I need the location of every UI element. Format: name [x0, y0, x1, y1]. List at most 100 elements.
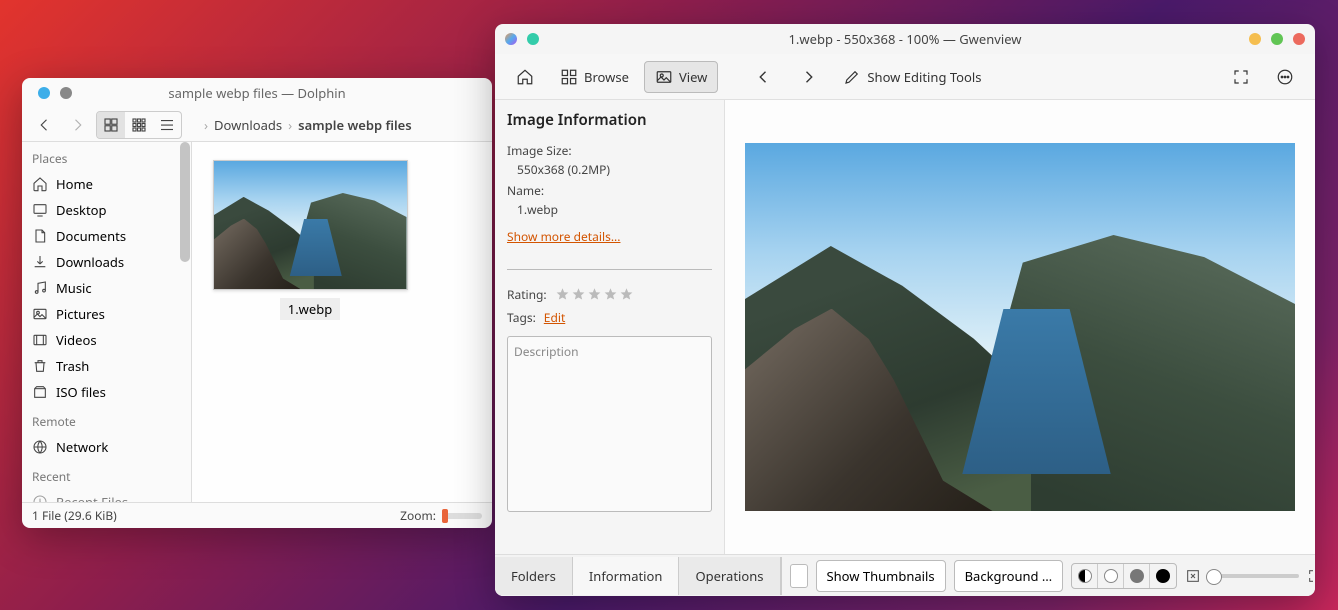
back-button[interactable]	[32, 112, 58, 138]
maximize-button[interactable]	[1271, 33, 1283, 45]
dolphin-statusbar: 1 File (29.6 KiB) Zoom:	[22, 502, 492, 528]
breadcrumb-sep-icon: ›	[288, 116, 292, 134]
zoom-fit-icon[interactable]	[1307, 568, 1315, 584]
swatch-white[interactable]	[1098, 564, 1124, 588]
tab-information[interactable]: Information	[573, 557, 680, 595]
browse-button[interactable]: Browse	[549, 61, 640, 93]
places-label: Documents	[56, 227, 126, 245]
compact-view-button[interactable]	[125, 112, 153, 138]
places-recent-files[interactable]: Recent Files	[22, 489, 191, 502]
image-viewport[interactable]	[725, 100, 1315, 554]
gwen-title: 1.webp - 550x368 - 100% — Gwenview	[495, 30, 1315, 48]
displayed-image	[745, 143, 1295, 511]
next-image-button[interactable]	[788, 61, 828, 93]
places-label: Downloads	[56, 253, 124, 271]
size-label: Image Size:	[507, 142, 712, 159]
view-mode-group	[96, 111, 182, 139]
places-label: Videos	[56, 331, 97, 349]
breadcrumb-downloads[interactable]: Downloads	[214, 116, 282, 134]
dolphin-toolbar: › Downloads › sample webp files	[22, 108, 492, 142]
description-input[interactable]: Description	[507, 336, 712, 512]
breadcrumb: › Downloads › sample webp files	[204, 116, 412, 134]
breadcrumb-sep-icon: ›	[204, 116, 208, 134]
file-item[interactable]: 1.webp	[210, 160, 410, 320]
places-downloads[interactable]: Downloads	[22, 249, 191, 275]
swatch-halfblack[interactable]	[1072, 564, 1098, 588]
more-details-link[interactable]: Show more details...	[507, 228, 712, 245]
fullscreen-button[interactable]	[1221, 61, 1261, 93]
zoom-slider[interactable]	[1209, 574, 1299, 578]
close-button[interactable]	[1293, 33, 1305, 45]
places-pictures[interactable]: Pictures	[22, 301, 191, 327]
status-text: 1 File (29.6 KiB)	[32, 507, 117, 524]
forward-button[interactable]	[64, 112, 90, 138]
places-trash[interactable]: Trash	[22, 353, 191, 379]
places-videos[interactable]: Videos	[22, 327, 191, 353]
tab-operations[interactable]: Operations	[679, 557, 780, 595]
dolphin-dot-2[interactable]	[60, 87, 72, 99]
file-thumbnail	[213, 160, 408, 290]
places-label: Trash	[56, 357, 89, 375]
places-network[interactable]: Network	[22, 434, 191, 460]
size-value: 550x368 (0.2MP)	[507, 161, 712, 178]
gwen-toolbar: Browse View Show Editing Tools	[495, 54, 1315, 100]
gwen-app-icon	[505, 33, 517, 45]
home-button[interactable]	[505, 61, 545, 93]
zoom-actual-icon[interactable]	[1185, 568, 1201, 584]
dolphin-titlebar: sample webp files — Dolphin	[22, 78, 492, 108]
places-music[interactable]: Music	[22, 275, 191, 301]
places-header: Places	[22, 142, 191, 171]
places-desktop[interactable]: Desktop	[22, 197, 191, 223]
menu-button[interactable]	[1265, 61, 1305, 93]
browse-label: Browse	[584, 68, 629, 86]
view-label: View	[679, 68, 707, 86]
description-placeholder: Description	[514, 343, 579, 360]
places-iso[interactable]: ISO files	[22, 379, 191, 405]
places-label: Music	[56, 279, 92, 297]
name-label: Name:	[507, 182, 712, 199]
background-color-button[interactable]: Background …	[954, 560, 1064, 592]
info-pane: Image Information Image Size: 550x368 (0…	[495, 100, 725, 554]
info-heading: Image Information	[507, 110, 712, 130]
recent-header: Recent	[22, 460, 191, 489]
places-scrollbar[interactable]	[178, 142, 190, 502]
icons-view-button[interactable]	[97, 112, 125, 138]
zoom-slider[interactable]	[442, 513, 482, 519]
gwen-bottombar: Folders Information Operations Show Thum…	[495, 554, 1315, 596]
gwen-titlebar: 1.webp - 550x368 - 100% — Gwenview	[495, 24, 1315, 54]
places-label: Network	[56, 438, 108, 456]
rating-stars[interactable]	[555, 287, 634, 302]
dolphin-dot-1[interactable]	[38, 87, 50, 99]
edit-tools-button[interactable]: Show Editing Tools	[832, 61, 992, 93]
show-thumbnails-button[interactable]: Show Thumbnails	[816, 560, 946, 592]
tags-edit-link[interactable]: Edit	[544, 309, 565, 326]
prev-image-button[interactable]	[744, 61, 784, 93]
places-label: Desktop	[56, 201, 107, 219]
tags-label: Tags:	[507, 309, 536, 326]
minimize-button[interactable]	[1249, 33, 1261, 45]
details-view-button[interactable]	[153, 112, 181, 138]
zoom-label: Zoom:	[400, 507, 436, 524]
edit-tools-label: Show Editing Tools	[867, 68, 981, 86]
breadcrumb-current[interactable]: sample webp files	[298, 116, 412, 134]
places-panel: Places Home Desktop Documents Downloads …	[22, 142, 192, 502]
dolphin-window: sample webp files — Dolphin › Downloads …	[22, 78, 492, 528]
remote-header: Remote	[22, 405, 191, 434]
gwen-dot[interactable]	[527, 33, 539, 45]
places-label: Pictures	[56, 305, 105, 323]
name-value: 1.webp	[507, 201, 712, 218]
tab-folders[interactable]: Folders	[495, 557, 573, 595]
places-home[interactable]: Home	[22, 171, 191, 197]
rating-label: Rating:	[507, 286, 547, 303]
places-label: Home	[56, 175, 93, 193]
places-documents[interactable]: Documents	[22, 223, 191, 249]
places-label: Recent Files	[56, 493, 128, 502]
gwenview-window: 1.webp - 550x368 - 100% — Gwenview Brows…	[495, 24, 1315, 596]
thumbnail-toggle-icon[interactable]	[790, 564, 808, 588]
view-button[interactable]: View	[644, 61, 718, 93]
file-area[interactable]: 1.webp	[192, 142, 492, 502]
dolphin-title: sample webp files — Dolphin	[22, 84, 492, 102]
swatch-black[interactable]	[1150, 564, 1176, 588]
background-swatches	[1071, 563, 1177, 589]
swatch-grey[interactable]	[1124, 564, 1150, 588]
